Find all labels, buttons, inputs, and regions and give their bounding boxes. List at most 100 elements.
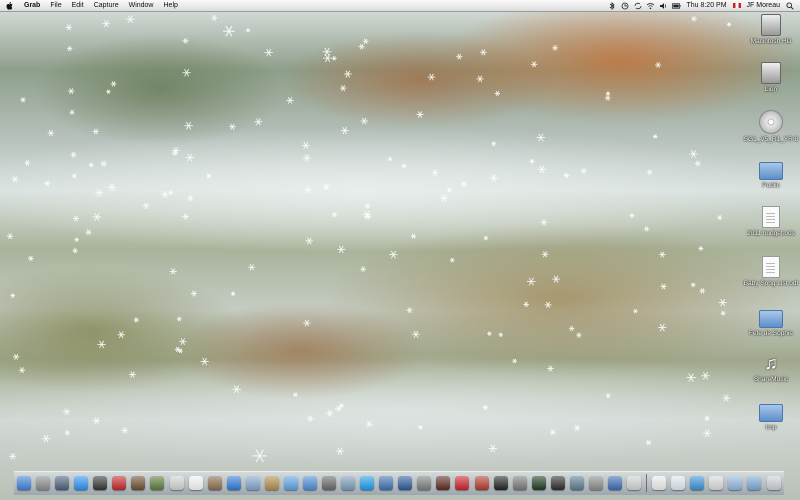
launchpad-icon[interactable] xyxy=(36,476,51,490)
desktop-icon-sharemusic[interactable]: ♫ ShareMusic xyxy=(742,352,800,383)
snowflake-icon xyxy=(529,159,535,164)
safari-icon[interactable] xyxy=(226,476,241,490)
mission-control-icon[interactable] xyxy=(55,476,70,490)
app-store-icon[interactable] xyxy=(74,476,89,490)
dictionary-icon[interactable] xyxy=(150,476,165,490)
snowflake-icon xyxy=(176,316,182,322)
menu-help[interactable]: Help xyxy=(159,0,183,11)
volume-icon[interactable] xyxy=(659,2,668,10)
snowflake-icon xyxy=(126,15,135,24)
menu-clock[interactable]: Thu 8:20 PM xyxy=(683,0,729,11)
snowflake-icon xyxy=(64,430,71,436)
menu-app-name[interactable]: Grab xyxy=(19,0,45,11)
skype-icon[interactable] xyxy=(360,476,375,490)
iphoto-icon[interactable] xyxy=(341,476,356,490)
input-source-flag-icon[interactable] xyxy=(732,3,741,8)
desktop-icon-budget[interactable]: 2011 budget.ods xyxy=(742,206,800,237)
downloads-stack-icon[interactable] xyxy=(728,476,743,490)
wifi-icon[interactable] xyxy=(646,2,655,10)
mail-icon[interactable] xyxy=(245,476,260,490)
finder-icon[interactable] xyxy=(17,476,31,490)
timemachine-icon[interactable] xyxy=(620,2,629,10)
preview-icon[interactable] xyxy=(169,476,184,490)
app-stack-icon[interactable] xyxy=(690,476,705,490)
snowflake-icon xyxy=(252,449,267,463)
desktop-icon-fete-de-sophie[interactable]: Fete de Sophie xyxy=(742,306,800,337)
system-preferences-icon[interactable] xyxy=(588,476,603,490)
desktop-icon-label: tmp xyxy=(765,424,777,431)
snowflake-icon xyxy=(658,323,667,332)
music-icon: ♫ xyxy=(764,353,778,373)
ical-icon[interactable] xyxy=(188,476,203,490)
snowflake-icon xyxy=(245,28,251,33)
ichat-icon[interactable] xyxy=(283,476,298,490)
snowflake-icon xyxy=(85,229,92,236)
snowflake-icon xyxy=(406,307,413,314)
facetime-icon[interactable] xyxy=(322,476,336,490)
snowflake-icon xyxy=(339,403,344,409)
sync-icon[interactable] xyxy=(633,2,642,10)
automator-icon[interactable] xyxy=(512,476,527,490)
books-icon[interactable] xyxy=(264,476,279,490)
photo-booth-icon[interactable] xyxy=(112,476,127,490)
snowflake-icon xyxy=(418,425,423,430)
desktop-icon-tmp[interactable]: tmp xyxy=(742,400,800,431)
snowflake-icon xyxy=(365,420,373,428)
menu-user-name[interactable]: JF Moreau xyxy=(744,0,783,11)
snowflake-icon xyxy=(450,257,455,263)
folder-stack-icon[interactable] xyxy=(747,476,762,490)
tool-icon[interactable] xyxy=(474,476,489,490)
desktop-icon-lion[interactable]: Lion xyxy=(742,62,800,93)
snowflake-icon xyxy=(303,154,311,162)
address-book-icon[interactable] xyxy=(207,476,222,490)
hard-drive-icon xyxy=(761,14,781,36)
snowflake-icon xyxy=(230,291,236,297)
itunes-icon[interactable] xyxy=(302,476,317,490)
desktop[interactable]: Grab File Edit Capture Window Help Thu 8… xyxy=(0,0,800,500)
grab-icon[interactable] xyxy=(627,476,641,490)
snowflake-icon xyxy=(254,118,263,126)
snowflake-icon xyxy=(306,415,314,422)
dashboard-icon[interactable] xyxy=(93,476,108,490)
menu-capture[interactable]: Capture xyxy=(89,0,124,11)
screenshot-stack-icon[interactable] xyxy=(652,476,667,490)
snowflake-icon xyxy=(107,183,117,192)
bluetooth-icon[interactable] xyxy=(607,1,616,10)
desktop-icon-disc[interactable]: SG1_V5_R1_YR 8 xyxy=(742,110,800,143)
activity-monitor-icon[interactable] xyxy=(531,476,546,490)
apple-menu-icon[interactable] xyxy=(6,1,13,10)
snowflake-icon xyxy=(88,162,94,168)
menu-window[interactable]: Window xyxy=(124,0,159,11)
music-stack-icon[interactable] xyxy=(671,476,686,490)
image-capture-icon[interactable] xyxy=(131,476,146,490)
quicktime-icon[interactable] xyxy=(398,476,413,490)
desktop-icon-baby-song-list[interactable]: Baby Song List.odt xyxy=(742,256,800,287)
snowflake-icon xyxy=(12,353,20,360)
snowflake-icon xyxy=(184,121,193,130)
snowflake-icon xyxy=(720,310,726,316)
snowflake-icon xyxy=(185,153,194,162)
snowflake-icon xyxy=(362,38,369,45)
flashback-icon[interactable] xyxy=(436,476,451,490)
snowflake-icon xyxy=(95,189,104,197)
terminal-icon[interactable] xyxy=(493,476,508,490)
spotlight-icon[interactable] xyxy=(785,1,794,10)
snowflake-icon xyxy=(364,213,372,220)
snowflake-icon xyxy=(633,308,638,314)
xcode-icon[interactable] xyxy=(417,476,432,490)
documents-stack-icon[interactable] xyxy=(709,476,724,490)
menu-file[interactable]: File xyxy=(45,0,66,11)
network-icon[interactable] xyxy=(379,476,394,490)
acrobat-icon[interactable] xyxy=(455,476,470,490)
snowflake-icon xyxy=(10,293,16,298)
time-machine-icon[interactable] xyxy=(569,476,584,490)
desktop-icon-public[interactable]: Public xyxy=(742,158,800,189)
console-icon[interactable] xyxy=(550,476,565,490)
snowflake-icon xyxy=(526,277,536,286)
trash-icon[interactable] xyxy=(766,476,781,490)
utility-icon[interactable] xyxy=(607,476,622,490)
menu-edit[interactable]: Edit xyxy=(67,0,89,11)
battery-icon[interactable] xyxy=(672,2,682,10)
snowflake-icon xyxy=(20,97,26,103)
desktop-icon-macintosh-hd[interactable]: Macintosh HD xyxy=(742,14,800,45)
